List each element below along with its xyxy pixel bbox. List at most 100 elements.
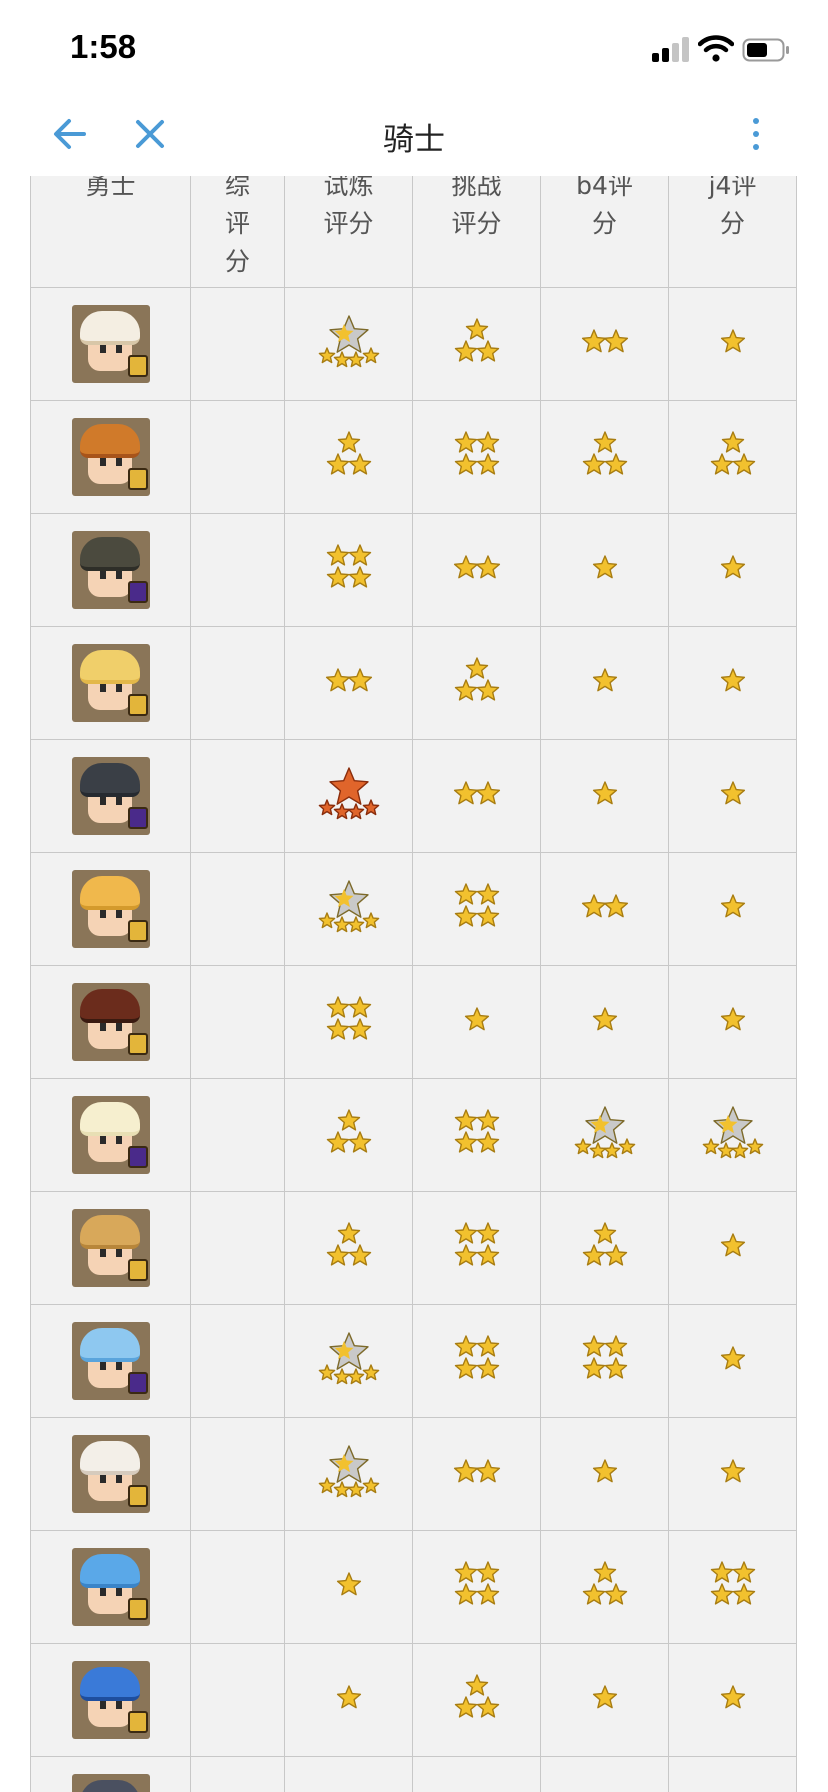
hero-cell (30, 965, 191, 1079)
rating-cell-trial (284, 626, 413, 740)
star-rating-icon (592, 781, 617, 805)
hero-3-avatar[interactable] (71, 531, 150, 609)
avatar-eye (115, 571, 122, 579)
star-icon (476, 1561, 499, 1583)
table-row (30, 1417, 797, 1531)
avatar-eye (115, 345, 122, 353)
hero-6-avatar[interactable] (71, 870, 150, 948)
avatar-eye (99, 1362, 106, 1370)
star-icon (347, 1481, 364, 1498)
star-icon (720, 1346, 745, 1370)
star-icon (362, 912, 379, 929)
star-rating-icon (318, 1332, 379, 1385)
star-icon (454, 1335, 477, 1357)
star-icon (318, 1477, 335, 1494)
star-icon (476, 1335, 499, 1357)
hero-9-avatar[interactable] (71, 1209, 150, 1287)
star-rating-icon (720, 1459, 745, 1483)
star-rating (317, 877, 381, 937)
star-icon (454, 883, 477, 905)
star-rating-icon (582, 1335, 627, 1379)
hero-11-avatar[interactable] (71, 1435, 150, 1513)
star-rating (701, 1103, 765, 1163)
star-icon (326, 566, 349, 588)
avatar-eye (99, 1249, 106, 1257)
star-icon (454, 453, 477, 475)
star-rating-icon (574, 1106, 635, 1159)
star-rating (445, 1329, 509, 1389)
hero-2-avatar[interactable] (71, 418, 150, 496)
star-icon (476, 1109, 499, 1131)
star-icon (347, 916, 364, 933)
star-rating (573, 538, 637, 598)
table-row (30, 400, 797, 514)
star-icon (603, 329, 628, 353)
class-badge-icon (127, 1259, 148, 1281)
star-icon (318, 347, 335, 364)
rating-cell-overall (190, 739, 285, 853)
avatar-hair (79, 1554, 140, 1588)
rating-cell-challenge (412, 965, 541, 1079)
star-rating (445, 651, 509, 711)
wifi-icon (698, 35, 734, 62)
rating-cell-overall (190, 852, 285, 966)
star-rating (445, 877, 509, 937)
star-icon (732, 1561, 755, 1583)
star-icon (593, 1222, 616, 1244)
star-icon (582, 1583, 605, 1605)
star-icon (732, 1583, 755, 1605)
star-rating (317, 1216, 381, 1276)
star-icon (702, 1138, 719, 1155)
hero-1-avatar[interactable] (71, 305, 150, 383)
star-rating (573, 1668, 637, 1728)
rating-cell-trial (284, 1530, 413, 1644)
rating-cell-overall (190, 1417, 285, 1531)
star-icon (720, 781, 745, 805)
more-options-icon[interactable] (742, 112, 770, 156)
star-icon (362, 799, 379, 816)
hero-10-avatar[interactable] (71, 1322, 150, 1400)
star-icon (476, 1696, 499, 1718)
hero-8-avatar[interactable] (71, 1096, 150, 1174)
star-icon (720, 1007, 745, 1031)
rating-cell-challenge (412, 1417, 541, 1531)
star-icon (326, 544, 349, 566)
rating-cell-challenge (412, 1643, 541, 1757)
star-icon (582, 453, 605, 475)
avatar-hair (79, 1441, 140, 1475)
star-icon (476, 1244, 499, 1266)
rating-cell-j4 (668, 1417, 797, 1531)
hero-13-avatar[interactable] (71, 1661, 150, 1739)
star-rating (317, 1555, 381, 1615)
star-rating-icon (582, 431, 627, 475)
star-rating-icon (454, 657, 499, 701)
rating-cell-b4 (540, 852, 669, 966)
hero-4-avatar[interactable] (71, 644, 150, 722)
hero-cell (30, 1078, 191, 1192)
rating-cell-b4 (540, 965, 669, 1079)
avatar-eye (99, 797, 106, 805)
star-icon (318, 912, 335, 929)
rating-cell-b4 (540, 1304, 669, 1418)
star-rating-icon (325, 668, 372, 692)
hero-rating-table-container[interactable]: 勇士 综 评 分 试炼 评分 挑战 评分 b4评 分 j4评 分 (30, 176, 798, 1792)
star-icon (476, 905, 499, 927)
star-icon (333, 1481, 350, 1498)
hero-12-avatar[interactable] (71, 1548, 150, 1626)
hero-14-avatar[interactable] (71, 1774, 150, 1792)
star-icon (326, 1244, 349, 1266)
star-rating (445, 1555, 509, 1615)
rating-cell-trial (284, 1756, 413, 1792)
star-rating (317, 1668, 381, 1728)
star-icon (326, 453, 349, 475)
star-icon (604, 453, 627, 475)
class-badge-icon (127, 920, 148, 942)
hero-7-avatar[interactable] (71, 983, 150, 1061)
avatar-hair (79, 1667, 140, 1701)
hero-cell (30, 287, 191, 401)
avatar-hair (79, 311, 140, 345)
star-rating (573, 312, 637, 372)
hero-5-avatar[interactable] (71, 757, 150, 835)
star-rating (573, 651, 637, 711)
star-rating (445, 425, 509, 485)
